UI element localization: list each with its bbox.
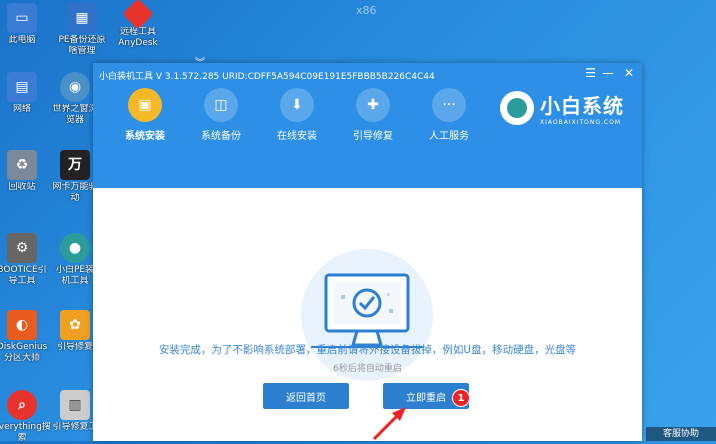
tab-system-install[interactable]: ▣ 系统安装 [107,88,183,142]
tab-label: 引导修复 [353,131,393,142]
brand-logo-icon [500,91,534,125]
repair-icon: ▥ [60,390,90,420]
everything-icon: ⌕ [7,390,37,420]
countdown-text: 6秒后将自动重启 [333,364,402,374]
main-nav: ▣ 系统安装 ◫ 系统备份 ⬇ 在线安装 ✚ 引导修复 ··· 人工服务 [107,88,487,142]
step-badge: 1 [452,389,470,407]
tab-label: 人工服务 [429,131,469,142]
desktop-icon-pe-backup[interactable]: ▦ PE备份还原 啥管理 [52,3,112,57]
chat-icon: ··· [432,88,466,122]
computer-icon: ▭ [7,3,37,33]
tab-label: 在线安装 [277,131,317,142]
install-icon: ▣ [128,88,162,122]
network-icon: ▤ [7,72,37,102]
bootice-icon: ⚙ [7,233,37,263]
tab-system-backup[interactable]: ◫ 系统备份 [183,88,259,142]
main-content [93,188,642,441]
download-icon: ⬇ [280,88,314,122]
browser-icon: ◉ [60,72,90,102]
desktop-icon-anydesk[interactable]: 远程工具 AnyDesk [108,0,168,49]
tab-manual-service[interactable]: ··· 人工服务 [411,88,487,142]
brand-sub: XIAOBAIXITONG.COM [540,119,621,126]
backup-icon: ▦ [67,3,97,33]
tab-label: 系统备份 [201,131,241,142]
brand-name: 小白系统 [540,94,624,118]
taskbar-support[interactable]: 客服协助 [646,427,716,441]
back-home-button[interactable]: 返回首页 [263,383,349,409]
pointer-arrow-icon [372,407,406,441]
installer-window: 小白装机工具 V 3.1.572.285 URID:CDFF5A594C09E1… [93,63,642,441]
tab-boot-repair[interactable]: ✚ 引导修复 [335,88,411,142]
pinwheel-icon: ✿ [60,310,90,340]
window-header: 小白装机工具 V 3.1.572.285 URID:CDFF5A594C09E1… [93,63,642,188]
driver-icon: 万 [60,150,90,180]
completion-message: 安装完成，为了不影响系统部署，重启前请将外接设备拔掉，例如U盘，移动硬盘，光盘等 [158,344,577,356]
tab-online-install[interactable]: ⬇ 在线安装 [259,88,335,142]
anydesk-icon [122,0,154,30]
backup-icon: ◫ [204,88,238,122]
close-button[interactable]: ✕ [624,66,634,80]
brand: 小白系统 XIAOBAIXITONG.COM [500,90,624,126]
xiaobai-icon: ● [60,233,90,263]
recycle-bin-icon: ♻ [7,150,37,180]
diskgenius-icon: ◐ [7,310,37,340]
window-title: 小白装机工具 V 3.1.572.285 URID:CDFF5A594C09E1… [99,72,435,82]
desktop-icon-computer[interactable]: ▭ 此电脑 [0,3,52,46]
minimize-button[interactable]: — [602,66,614,80]
tab-label: 系统安装 [125,131,165,142]
repair-icon: ✚ [356,88,390,122]
menu-icon[interactable]: ☰ [585,66,596,80]
desktop-top-text: x86 [356,4,377,17]
